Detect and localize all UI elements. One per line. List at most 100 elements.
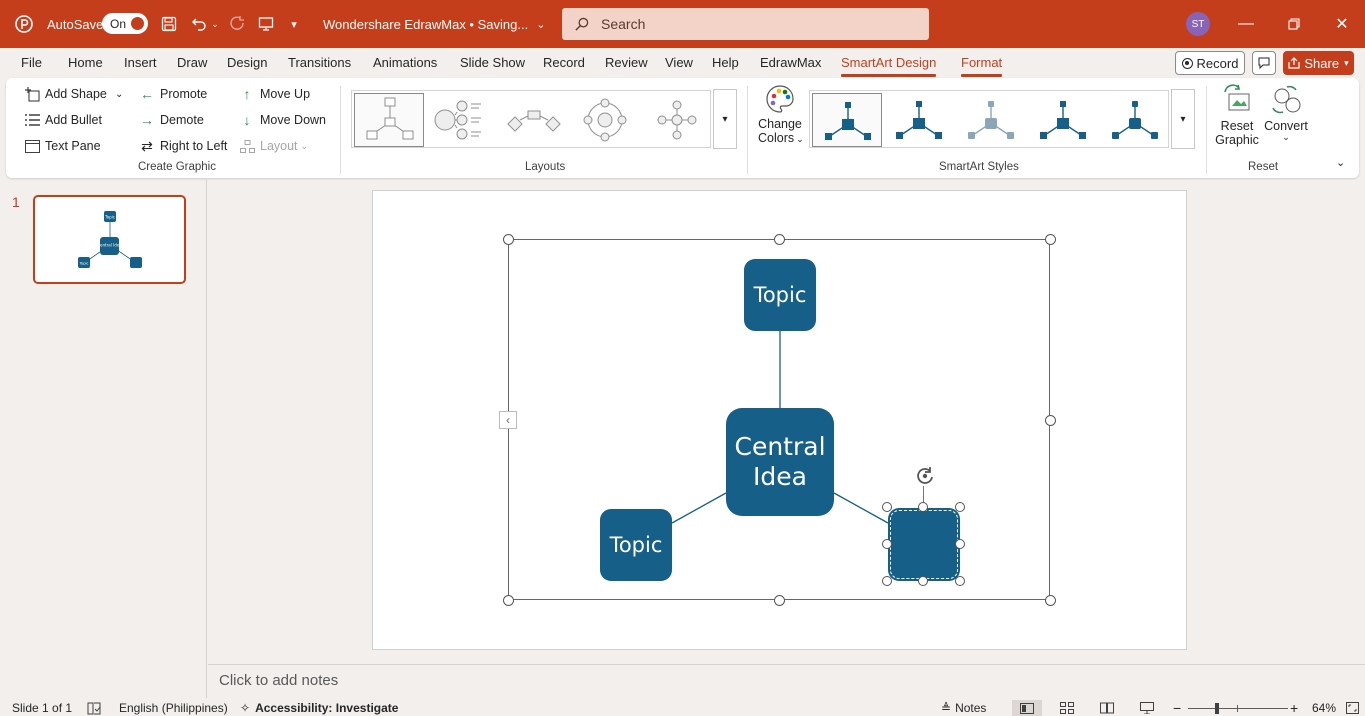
resize-handle[interactable]	[774, 595, 785, 606]
move-down-button[interactable]: ↓ Move Down	[239, 109, 327, 131]
shape-resize-handle[interactable]	[882, 539, 892, 549]
add-bullet-button[interactable]: Add Bullet	[24, 109, 102, 131]
tab-format[interactable]: Format	[961, 48, 1003, 78]
spell-check-icon[interactable]	[87, 700, 101, 716]
record-button[interactable]: Record	[1175, 51, 1245, 75]
slideshow-view-icon[interactable]	[1140, 700, 1154, 716]
layout-thumb-bubble-list[interactable]	[426, 93, 496, 147]
add-shape-button[interactable]: Add Shape	[24, 83, 107, 105]
save-icon[interactable]	[158, 0, 180, 48]
more-icon: ▾	[722, 113, 728, 125]
resize-handle[interactable]	[503, 234, 514, 245]
tab-home[interactable]: Home	[68, 48, 103, 78]
redo-icon[interactable]	[226, 0, 248, 48]
shape-resize-handle[interactable]	[955, 539, 965, 549]
tab-record[interactable]: Record	[543, 48, 585, 78]
autosave-toggle[interactable]: On	[102, 13, 148, 34]
tab-file[interactable]: File	[21, 48, 42, 78]
style-thumb-3[interactable]	[956, 93, 1026, 147]
customize-toolbar-icon[interactable]: ▾	[287, 0, 301, 48]
shape-resize-handle[interactable]	[918, 576, 928, 586]
accessibility-button[interactable]: ✧ Accessibility: Investigate	[240, 700, 398, 716]
style-thumb-4[interactable]	[1028, 93, 1098, 147]
topic-node-left[interactable]: Topic	[600, 509, 672, 581]
tab-draw[interactable]: Draw	[177, 48, 207, 78]
shape-resize-handle[interactable]	[955, 502, 965, 512]
resize-handle[interactable]	[503, 595, 514, 606]
tab-design[interactable]: Design	[227, 48, 267, 78]
convert-icon	[1272, 85, 1301, 114]
accessibility-icon: ✧	[240, 701, 251, 715]
present-icon[interactable]	[255, 0, 277, 48]
record-icon	[1181, 57, 1193, 69]
layouts-more-button[interactable]: ▾	[713, 89, 737, 149]
text-pane-label: Text Pane	[45, 139, 101, 153]
style-thumb-2[interactable]	[884, 93, 954, 147]
document-title[interactable]: Wondershare EdrawMax • Saving... ⌄	[323, 0, 545, 48]
shape-resize-handle[interactable]	[882, 502, 892, 512]
styles-more-button[interactable]: ▾	[1171, 89, 1195, 149]
tab-edrawmax[interactable]: EdrawMax	[760, 48, 821, 78]
fit-to-window-icon[interactable]	[1346, 700, 1359, 716]
layout-thumb-diamonds[interactable]	[498, 93, 568, 147]
zoom-slider-center-tick	[1237, 704, 1238, 712]
slide-thumbnail[interactable]: Topic Central Idea Topic	[33, 195, 186, 284]
promote-button[interactable]: ← Promote	[139, 83, 207, 105]
tab-help[interactable]: Help	[712, 48, 739, 78]
collapse-ribbon-icon[interactable]: ⌄	[1336, 156, 1345, 169]
tab-view[interactable]: View	[665, 48, 693, 78]
normal-view-icon[interactable]	[1012, 700, 1042, 716]
share-button[interactable]: Share ▾	[1283, 51, 1354, 75]
shape-resize-handle[interactable]	[918, 502, 928, 512]
topic-node-top[interactable]: Topic	[744, 259, 816, 331]
zoom-slider-thumb[interactable]	[1215, 702, 1219, 714]
slide-sorter-icon[interactable]	[1060, 700, 1074, 716]
demote-button[interactable]: → Demote	[139, 109, 204, 131]
right-to-left-button[interactable]: ⇄ Right to Left	[139, 135, 227, 157]
zoom-slider[interactable]	[1188, 700, 1288, 716]
comments-button[interactable]	[1252, 51, 1276, 75]
style-thumb-5[interactable]	[1100, 93, 1170, 147]
reading-view-icon[interactable]	[1100, 700, 1114, 716]
tab-insert[interactable]: Insert	[124, 48, 157, 78]
topic-node-right-selected[interactable]	[888, 508, 960, 581]
close-icon[interactable]: ✕	[1328, 0, 1356, 48]
layout-button[interactable]: Layout ⌄	[239, 135, 308, 157]
tab-transitions[interactable]: Transitions	[288, 48, 351, 78]
shape-resize-handle[interactable]	[882, 576, 892, 586]
tab-slide-show[interactable]: Slide Show	[460, 48, 525, 78]
move-up-button[interactable]: ↑ Move Up	[239, 83, 311, 105]
user-avatar[interactable]: ST	[1186, 12, 1210, 36]
undo-dropdown-icon[interactable]: ⌄	[210, 0, 220, 48]
text-pane-button[interactable]: Text Pane	[24, 135, 101, 157]
central-idea-node[interactable]: Central Idea	[726, 408, 834, 516]
convert-button[interactable]: Convert ⌄	[1263, 84, 1309, 142]
thumb-topic-left: Topic	[78, 262, 88, 266]
search-box[interactable]: Search	[562, 8, 929, 40]
tab-review[interactable]: Review	[605, 48, 648, 78]
minimize-icon[interactable]: —	[1232, 0, 1260, 48]
resize-handle[interactable]	[774, 234, 785, 245]
shape-resize-handle[interactable]	[955, 576, 965, 586]
zoom-out-icon[interactable]: −	[1173, 700, 1181, 716]
rotate-handle-icon[interactable]	[914, 465, 936, 487]
notes-pane[interactable]: Click to add notes	[208, 664, 1365, 698]
notes-button[interactable]: ≜ Notes	[941, 700, 986, 716]
undo-icon[interactable]	[188, 0, 210, 48]
tab-smartart-design[interactable]: SmartArt Design	[841, 48, 937, 78]
zoom-level[interactable]: 64%	[1312, 700, 1336, 716]
reset-graphic-button[interactable]: Reset Graphic	[1213, 84, 1261, 147]
tab-animations[interactable]: Animations	[373, 48, 437, 78]
layout-thumb-radial-cycle[interactable]	[570, 93, 640, 147]
resize-handle[interactable]	[1045, 595, 1056, 606]
layout-thumb-radial-cluster[interactable]	[642, 93, 712, 147]
style-thumb-1[interactable]	[812, 93, 882, 147]
zoom-in-icon[interactable]: +	[1290, 700, 1298, 716]
add-shape-dropdown[interactable]: ⌄	[115, 83, 123, 105]
change-colors-button[interactable]: Change Colors ⌄	[758, 84, 804, 154]
resize-handle[interactable]	[1045, 234, 1056, 245]
layout-thumb-hierarchy[interactable]	[354, 93, 424, 147]
resize-handle[interactable]	[1045, 415, 1056, 426]
restore-icon[interactable]	[1280, 0, 1308, 48]
language[interactable]: English (Philippines)	[119, 700, 228, 716]
